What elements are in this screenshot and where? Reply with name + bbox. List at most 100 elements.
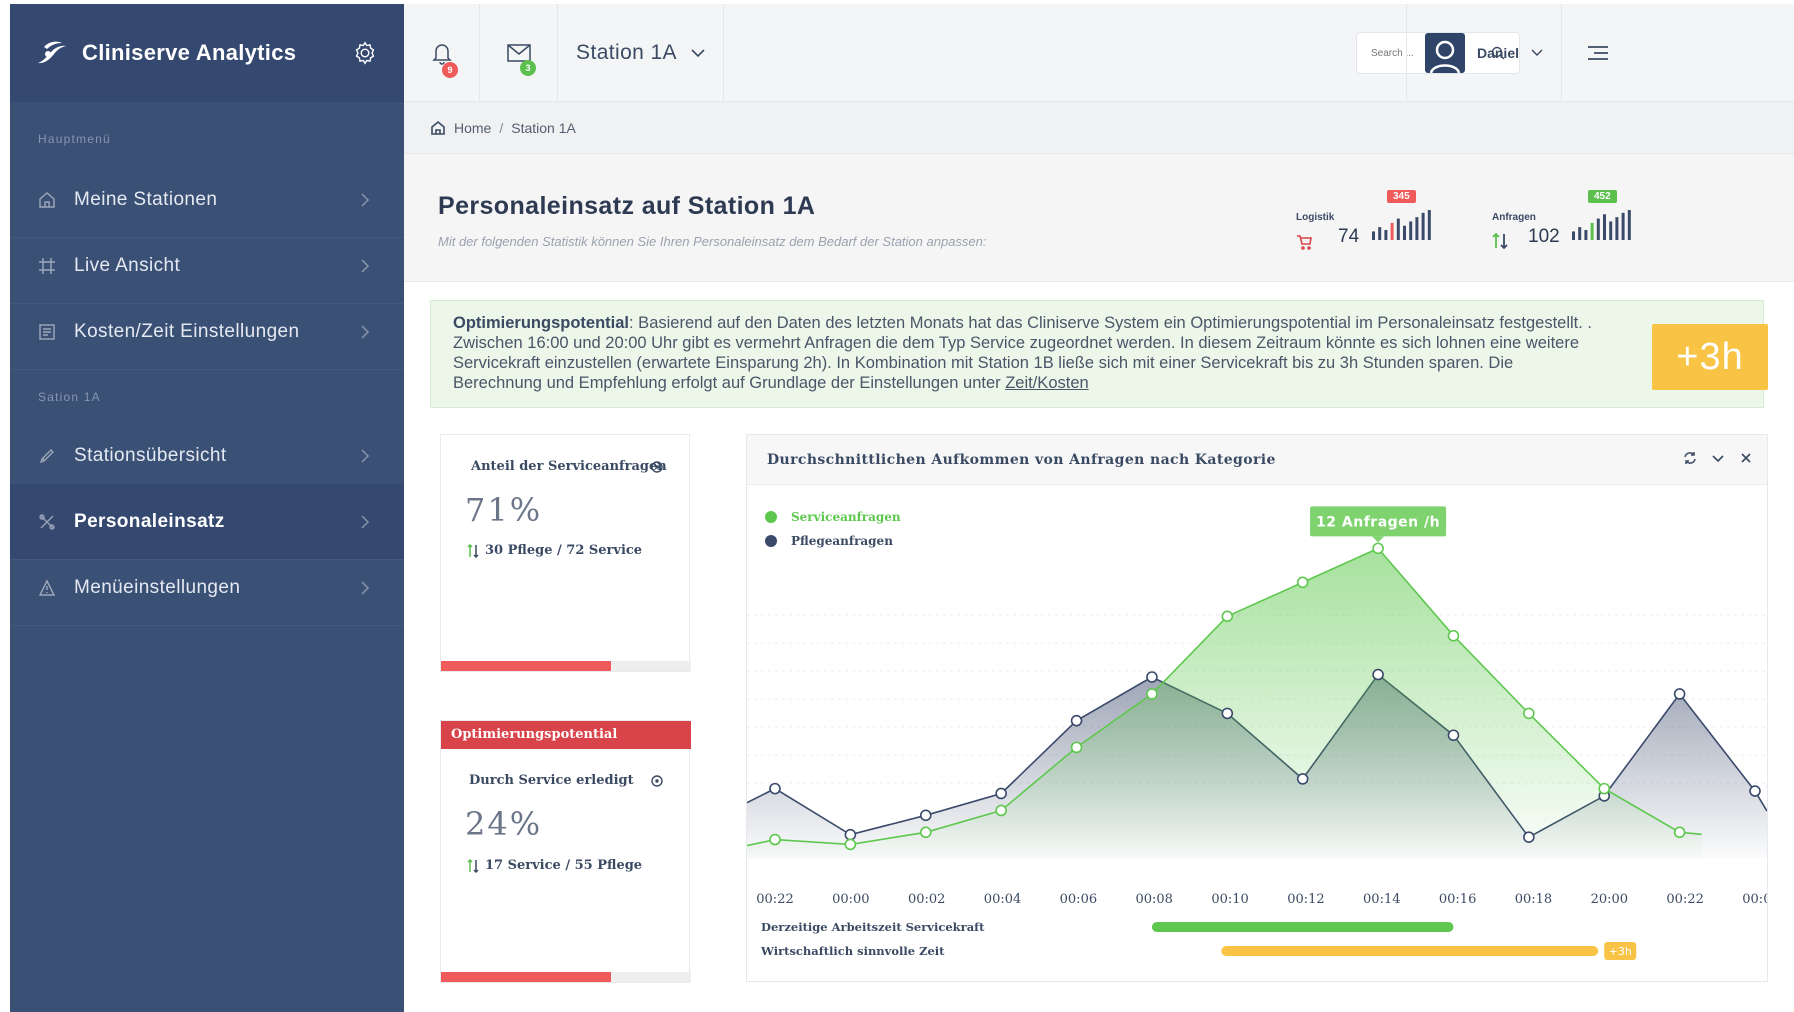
sidebar-item-label: Meine Stationen [74, 188, 218, 210]
x-tick-label: 00:10 [1211, 892, 1248, 907]
avatar [1424, 33, 1465, 73]
cart-icon [1297, 235, 1312, 250]
service-point [769, 833, 781, 846]
sidebar-item-personaleinsatz[interactable]: Personaleinsatz [10, 484, 404, 560]
home-icon[interactable] [430, 120, 446, 136]
service-point [1146, 688, 1158, 700]
kpi-caption: Anfragen [1492, 212, 1536, 223]
service-point [1070, 741, 1083, 754]
service-area [747, 548, 1702, 859]
sparkline-bar [1615, 217, 1619, 240]
pflege-point [919, 809, 932, 822]
chevron-right-icon [361, 449, 370, 463]
messages-button[interactable]: 3 [480, 4, 558, 102]
pflege-point [1749, 785, 1761, 797]
sparkline-bar [1403, 225, 1406, 240]
up-down-arrows-icon [1492, 232, 1508, 250]
sidebar: Cliniserve Analytics Hauptmenü Meine Sta… [10, 4, 404, 1012]
chevron-right-icon [361, 193, 370, 207]
sparkline-bar [1584, 230, 1588, 240]
pflege-point [1146, 671, 1158, 683]
sparkline-bar [1421, 212, 1425, 240]
gear-icon[interactable] [352, 40, 378, 66]
stat-card-title: Durch Service erledigt [469, 773, 634, 788]
sidebar-item-label: Kosten/Zeit Einstellungen [74, 320, 300, 342]
x-tick-label: 00:00 [832, 892, 869, 907]
sparkline-bar [1627, 210, 1631, 240]
sidebar-item-label: Menüeinstellungen [74, 576, 241, 598]
alert-link-zeit-kosten[interactable]: Zeit/Kosten [1005, 374, 1088, 392]
pflege-point [1673, 688, 1686, 700]
sidebar-item-label: Personaleinsatz [74, 510, 225, 532]
chevron-right-icon [361, 325, 370, 339]
sparkline-bar [1415, 217, 1419, 240]
sidebar-item-kosten-zeit[interactable]: Kosten/Zeit Einstellungen [10, 294, 404, 370]
user-name: Daniel [1476, 45, 1519, 61]
pflege-point [769, 782, 781, 795]
service-point [919, 826, 932, 839]
brand-logo-icon [38, 41, 66, 64]
kpi-tag: 345 [1387, 190, 1416, 203]
sparkline-bar [1603, 214, 1606, 240]
optimization-alert: Optimierungspotential: Basierend auf den… [430, 300, 1768, 408]
info-icon[interactable] [651, 461, 663, 473]
kpi-value: 102 [1528, 226, 1560, 247]
page-subtitle: Mit der folgenden Statistik können Sie I… [438, 234, 987, 249]
legend-label: Pflegeanfragen [791, 534, 893, 548]
area-chart: 12 Anfragen /h Serviceanfragen Pflegeanfra… [747, 506, 1767, 960]
progress-bar-fill [441, 661, 611, 671]
station-selector-label: Station 1A [576, 41, 677, 64]
sparkline-bar [1390, 222, 1394, 240]
warning-icon [38, 578, 56, 596]
sparkline-bar [1578, 227, 1582, 240]
breadcrumb-home[interactable]: Home [454, 120, 491, 136]
chart-title: Durchschnittlichen Aufkommen von Anfrage… [747, 435, 1767, 485]
annotation-pointer [1372, 536, 1385, 543]
chevron-down-icon[interactable] [1711, 451, 1725, 465]
service-point [844, 838, 857, 851]
timeline-bar [1151, 922, 1454, 932]
pflege-point [1221, 707, 1234, 720]
sidebar-item-menueeinstellungen[interactable]: Menüeinstellungen [10, 550, 404, 626]
alert-label: Optimierungspotential [453, 314, 630, 332]
sidebar-item-live-ansicht[interactable]: Live Ansicht [10, 228, 404, 304]
pflege-point [1372, 668, 1384, 681]
pflege-point [844, 828, 857, 841]
document-icon [39, 323, 55, 340]
pflege-point [1523, 831, 1535, 843]
sidebar-item-stationsuebersicht[interactable]: Stationsübersicht [10, 418, 404, 494]
hamburger-menu-button[interactable] [1562, 4, 1634, 102]
kpi-value: 74 [1338, 226, 1360, 247]
sparkline-bar [1396, 218, 1400, 240]
user-menu[interactable]: Daniel [1406, 4, 1562, 102]
info-icon[interactable] [651, 775, 663, 787]
notifications-button[interactable]: 9 [404, 4, 480, 102]
page-title: Personaleinsatz auf Station 1A [438, 192, 816, 220]
legend-marker [765, 511, 777, 523]
tools-icon [39, 513, 55, 530]
annotation-label: 12 Anfragen /h [1316, 514, 1440, 530]
pflege-point [1296, 773, 1309, 785]
station-selector[interactable]: Station 1A [558, 4, 724, 102]
sidebar-item-meine-stationen[interactable]: Meine Stationen [10, 162, 404, 238]
sparkline-bar [1590, 222, 1594, 240]
user-avatar-icon [1429, 40, 1461, 73]
sparkline-bar [1378, 227, 1382, 240]
close-icon[interactable] [1739, 451, 1753, 465]
service-point [1372, 542, 1384, 555]
kpi-sparkline [1372, 210, 1431, 240]
sparkline-bar [1572, 231, 1575, 240]
ribbon-optimierungspotential: Optimierungspotential [441, 721, 691, 749]
service-point [995, 804, 1007, 817]
chart-card: Durchschnittlichen Aufkommen von Anfrage… [746, 434, 1768, 982]
x-tick-label: 00:22 [756, 892, 793, 907]
stat-card-title: Anteil der Serviceanfragen [471, 459, 667, 474]
x-tick-label: 00:06 [1060, 892, 1097, 907]
timeline-label: Wirtschaftlich sinnvolle Zeit [760, 944, 945, 958]
sidebar-item-label: Stationsübersicht [74, 444, 227, 466]
refresh-icon[interactable] [1683, 451, 1697, 465]
hamburger-icon [1588, 46, 1608, 60]
legend-label: Serviceanfragen [791, 510, 901, 524]
sidebar-item-label: Live Ansicht [74, 254, 181, 276]
sparkline-bar [1621, 212, 1625, 240]
